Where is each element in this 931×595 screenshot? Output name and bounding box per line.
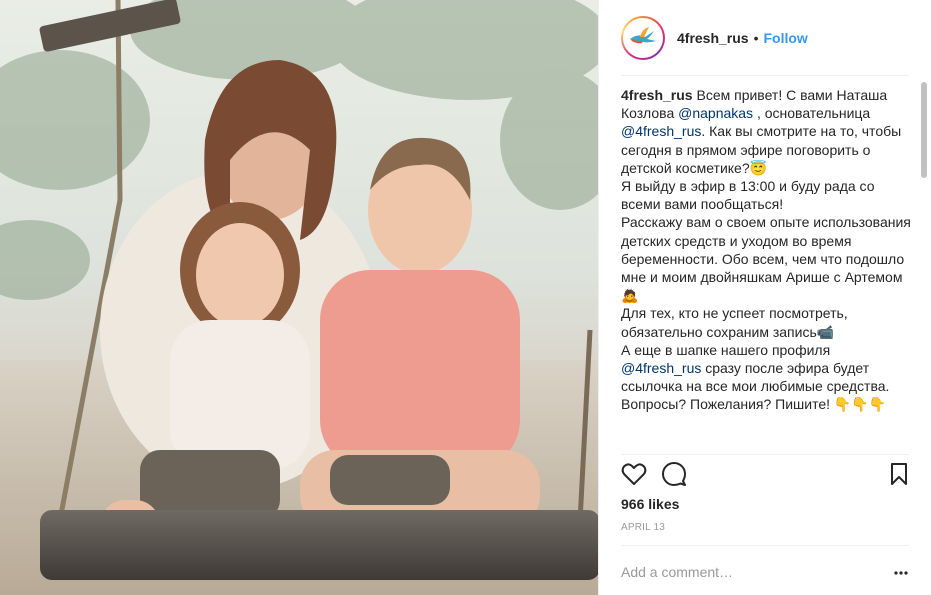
more-options-button[interactable]: [893, 566, 909, 578]
caption-text: Вопросы? Пожелания? Пишите! 👇👇👇: [621, 396, 887, 413]
hummingbird-logo-icon: [630, 26, 656, 43]
save-button[interactable]: [889, 462, 909, 490]
caption-username[interactable]: 4fresh_rus: [621, 87, 693, 103]
bookmark-icon: [891, 463, 907, 485]
caption-paragraph: Я выйду в эфир в 13:00 и буду рада со вс…: [621, 177, 911, 213]
header-divider: [621, 75, 909, 76]
mention-link[interactable]: @4fresh_rus: [621, 360, 701, 376]
caption-text: Для тех, кто не успеет посмотреть, обяза…: [621, 305, 852, 340]
like-button[interactable]: [621, 462, 649, 490]
likes-count[interactable]: 966 likes: [621, 496, 679, 512]
caption-paragraph: А еще в шапке нашего профиля @4fresh_rus…: [621, 341, 911, 396]
photo-illustration: [0, 0, 598, 595]
avatar[interactable]: [621, 15, 665, 60]
comment-icon: [662, 462, 686, 486]
mention-link[interactable]: @napnakas: [678, 105, 753, 121]
caption-area[interactable]: 4fresh_rus Всем привет! С вами Наташа Ко…: [621, 86, 911, 448]
post-header: 4fresh_rus • Follow: [599, 0, 931, 75]
caption-paragraph: Расскажу вам о своем опыте использования…: [621, 213, 911, 304]
caption-text: , основательница: [753, 105, 875, 122]
more-dots-icon: [894, 571, 908, 575]
caption-paragraph: Вопросы? Пожелания? Пишите! 👇👇👇: [621, 395, 911, 413]
comment-button[interactable]: [661, 462, 689, 490]
caption-scrollbar[interactable]: [921, 82, 927, 178]
post-date[interactable]: APRIL 13: [621, 522, 665, 533]
action-bar: [621, 462, 909, 492]
comment-divider: [621, 545, 909, 546]
caption-paragraph: 4fresh_rus Всем привет! С вами Наташа Ко…: [621, 86, 911, 177]
comment-input[interactable]: [621, 560, 871, 584]
caption-text: А еще в шапке нашего профиля: [621, 341, 835, 358]
header-username[interactable]: 4fresh_rus: [677, 30, 749, 46]
heart-icon: [621, 463, 647, 485]
separator-dot: •: [753, 29, 759, 46]
post-side-panel: 4fresh_rus • Follow 4fresh_rus Всем прив…: [598, 0, 931, 595]
mention-link[interactable]: @4fresh_rus: [621, 123, 701, 139]
follow-button[interactable]: Follow: [764, 30, 808, 46]
caption-text: Я выйду в эфир в 13:00 и буду рада со вс…: [621, 178, 879, 213]
actions-divider: [621, 454, 909, 455]
post-photo[interactable]: [0, 0, 598, 595]
caption-text: Расскажу вам о своем опыте использования…: [621, 214, 911, 304]
caption-paragraph: Для тех, кто не успеет посмотреть, обяза…: [621, 304, 911, 340]
